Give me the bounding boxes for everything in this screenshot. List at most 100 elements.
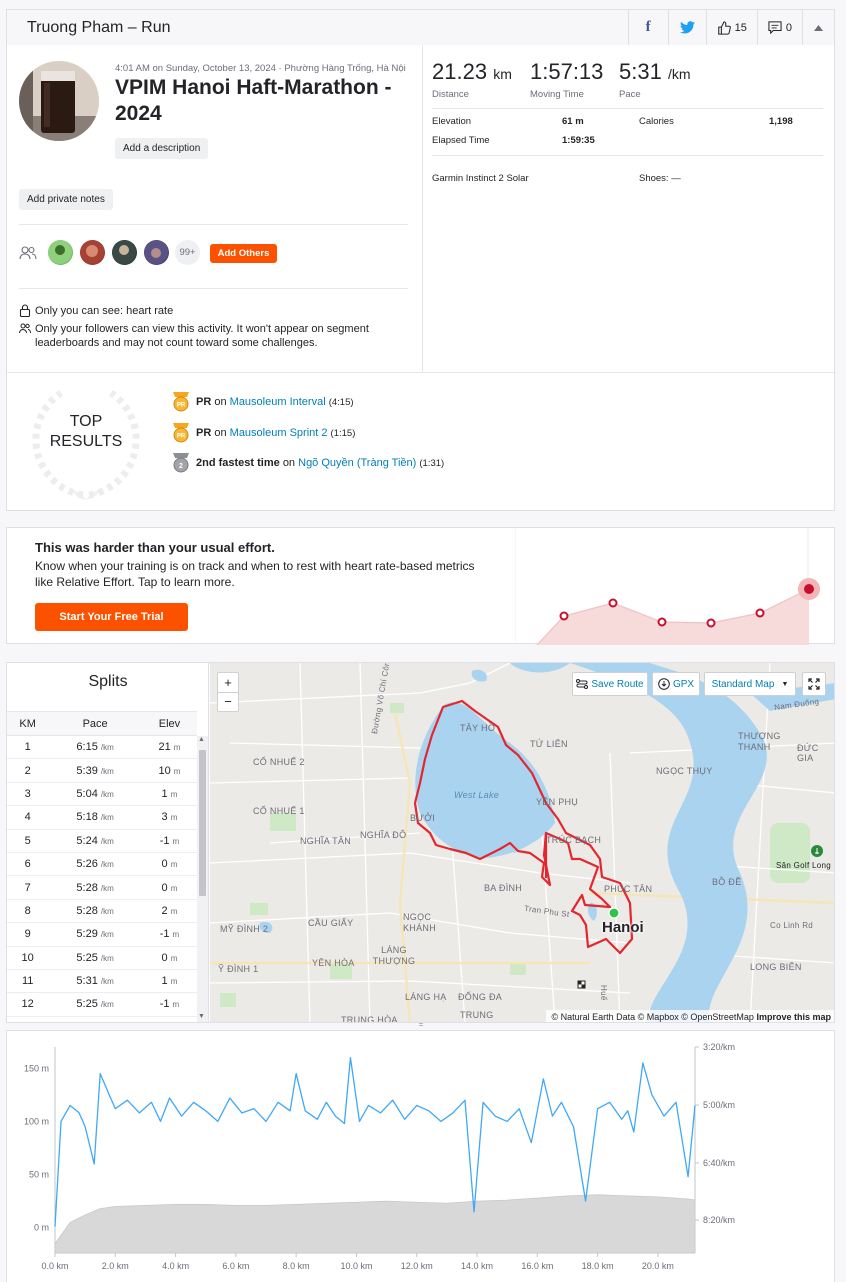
map-label: TRUNG HÒA: [341, 1015, 398, 1023]
chart-canvas: 150 m 100 m 50 m 0 m 3:20/km 5:00/km 6:40/km 8:…: [24, 1042, 735, 1271]
group-icon: [19, 246, 37, 260]
athlete-avatar[interactable]: [19, 61, 99, 141]
map-label: YÊN PHỤ: [536, 797, 579, 807]
split-row[interactable]: 4 5:18 /km 3 m: [7, 805, 197, 830]
page-title: Truong Pham – Run: [27, 19, 171, 36]
split-elev: 10 m: [141, 758, 197, 783]
activity-title: VPIM Hanoi Haft-Marathon - 2024: [115, 76, 392, 125]
split-row[interactable]: 6 5:26 /km 0 m: [7, 852, 197, 877]
comments-button[interactable]: 0: [756, 10, 802, 45]
pace-value: 5:31 /km: [619, 59, 691, 84]
save-route-button[interactable]: Save Route: [572, 672, 648, 696]
chevron-down-icon: ▼: [781, 680, 789, 688]
split-row[interactable]: 9 5:29 /km -1 m: [7, 922, 197, 947]
map-label: West Lake: [454, 790, 500, 800]
scroll-down-arrow[interactable]: ▼: [198, 1013, 205, 1020]
fullscreen-icon: [808, 678, 820, 690]
elevation-tick-label: 150 m: [24, 1063, 49, 1073]
segment-link[interactable]: Mausoleum Interval: [230, 396, 326, 408]
map-label: CẦU GIẤY: [308, 918, 354, 928]
avatar[interactable]: [48, 240, 73, 265]
split-pace: 5:04 /km: [48, 782, 142, 807]
divider: [432, 155, 823, 156]
zoom-in-button[interactable]: +: [218, 673, 238, 693]
split-row[interactable]: 1 6:15 /km 21 m: [7, 735, 197, 760]
splits-table: KM Pace Elev 1 6:15 /km 21 m 2 5:39 /km 10 m3…: [7, 711, 197, 1017]
map-label: NGHĨA TÂN: [300, 836, 352, 846]
scroll-up-arrow[interactable]: ▲: [198, 736, 205, 743]
split-km: 10: [7, 946, 49, 970]
split-pace: 5:31 /km: [48, 969, 142, 994]
facebook-share-button[interactable]: f: [627, 10, 668, 45]
scroll-thumb[interactable]: [199, 750, 206, 896]
add-private-notes-button[interactable]: Add private notes: [19, 189, 113, 210]
upsell-title: This was harder than your usual effort.: [35, 540, 275, 555]
split-row[interactable]: 8 5:28 /km 2 m: [7, 899, 197, 924]
kudos-button[interactable]: 15: [705, 10, 757, 45]
split-pace: 5:25 /km: [48, 992, 142, 1017]
twitter-share-button[interactable]: [667, 10, 706, 45]
avatar[interactable]: [112, 240, 137, 265]
split-row[interactable]: 11 5:31 /km 1 m: [7, 969, 197, 994]
relative-effort-upsell[interactable]: This was harder than your usual effort. …: [6, 527, 835, 645]
split-row[interactable]: 5 5:24 /km -1 m: [7, 829, 197, 853]
x-tick-label: 2.0 km: [102, 1261, 129, 1271]
x-tick-label: 16.0 km: [521, 1261, 553, 1271]
route-map[interactable]: TÂY HỒ TỨ LIÊN YÊN PHỤ TRÚC BẠCH West La…: [210, 663, 834, 1023]
segment-link[interactable]: Ngõ Quyền (Tràng Tiền): [298, 457, 416, 469]
split-pace: 5:28 /km: [48, 875, 142, 900]
upsell-body: Know when your training is on track and …: [35, 559, 475, 589]
activity-meta: 4:01 AM on Sunday, October 13, 2024 · Ph…: [115, 63, 406, 74]
fullscreen-button[interactable]: [802, 672, 826, 696]
gpx-download-button[interactable]: GPX: [652, 672, 700, 696]
divider: [422, 45, 423, 372]
silver-medal-icon: 2: [173, 453, 189, 473]
x-tick-label: 18.0 km: [582, 1261, 614, 1271]
resize-handle[interactable]: =: [416, 1021, 426, 1029]
split-km: 1: [7, 735, 49, 760]
map-label: Huế: [599, 985, 608, 1001]
relative-effort-graph: [515, 528, 820, 645]
splits-scrollbar[interactable]: ▲ ▼: [197, 736, 208, 1022]
map-label: PHÚC TÂN: [604, 884, 653, 894]
map-label: TỨ LIÊN: [530, 739, 568, 749]
start-free-trial-button[interactable]: Start Your Free Trial: [35, 603, 188, 631]
activity-summary: 4:01 AM on Sunday, October 13, 2024 · Ph…: [6, 45, 836, 511]
splits-map-panel: Splits KM Pace Elev 1 6:15 /km 21 m 2 5:39 /…: [6, 662, 835, 1023]
split-row[interactable]: 3 5:04 /km 1 m: [7, 782, 197, 807]
split-pace: 5:24 /km: [48, 829, 142, 853]
add-others-button[interactable]: Add Others: [210, 244, 277, 263]
improve-map-link[interactable]: Improve this map: [756, 1012, 831, 1022]
x-tick-label: 0.0 km: [41, 1261, 68, 1271]
more-athletes-count[interactable]: 99+: [175, 240, 200, 265]
segment-link[interactable]: Mausoleum Sprint 2: [230, 427, 328, 439]
calories-label: Calories: [639, 116, 674, 127]
zoom-out-button[interactable]: −: [218, 693, 238, 712]
map-label: BA ĐÌNH: [484, 883, 523, 893]
split-row[interactable]: 7 5:28 /km 0 m: [7, 875, 197, 900]
pace-tick-label: 8:20/km: [703, 1215, 735, 1225]
add-description-button[interactable]: Add a description: [115, 138, 209, 159]
map-label: TÂY HỒ: [460, 723, 496, 733]
shoes-info[interactable]: Shoes: —: [639, 173, 681, 184]
elevation-area: [54, 1194, 696, 1254]
x-tick-label: 14.0 km: [461, 1261, 493, 1271]
map-label: LONG BIÊN: [750, 962, 802, 972]
device-name: Garmin Instinct 2 Solar: [432, 173, 529, 184]
collapse-button[interactable]: [802, 10, 834, 45]
avatar[interactable]: [144, 240, 169, 265]
header-tools: f 15 0: [627, 10, 834, 45]
x-tick-label: 12.0 km: [401, 1261, 433, 1271]
map-label: ĐỨC GIA: [797, 743, 819, 763]
divider: [19, 288, 408, 289]
split-km: 12: [7, 992, 49, 1017]
split-row[interactable]: 10 5:25 /km 0 m: [7, 946, 197, 970]
elevation-pace-chart[interactable]: 150 m 100 m 50 m 0 m 3:20/km 5:00/km 6:40/km 8:…: [6, 1030, 835, 1282]
map-style-select[interactable]: Standard Map ▼: [704, 672, 796, 696]
calories-value: 1,198: [769, 116, 793, 127]
split-row[interactable]: 12 5:25 /km -1 m: [7, 992, 197, 1017]
splits-header-row: KM Pace Elev: [7, 711, 197, 736]
split-row[interactable]: 2 5:39 /km 10 m: [7, 758, 197, 783]
x-tick-label: 4.0 km: [162, 1261, 189, 1271]
avatar[interactable]: [80, 240, 105, 265]
